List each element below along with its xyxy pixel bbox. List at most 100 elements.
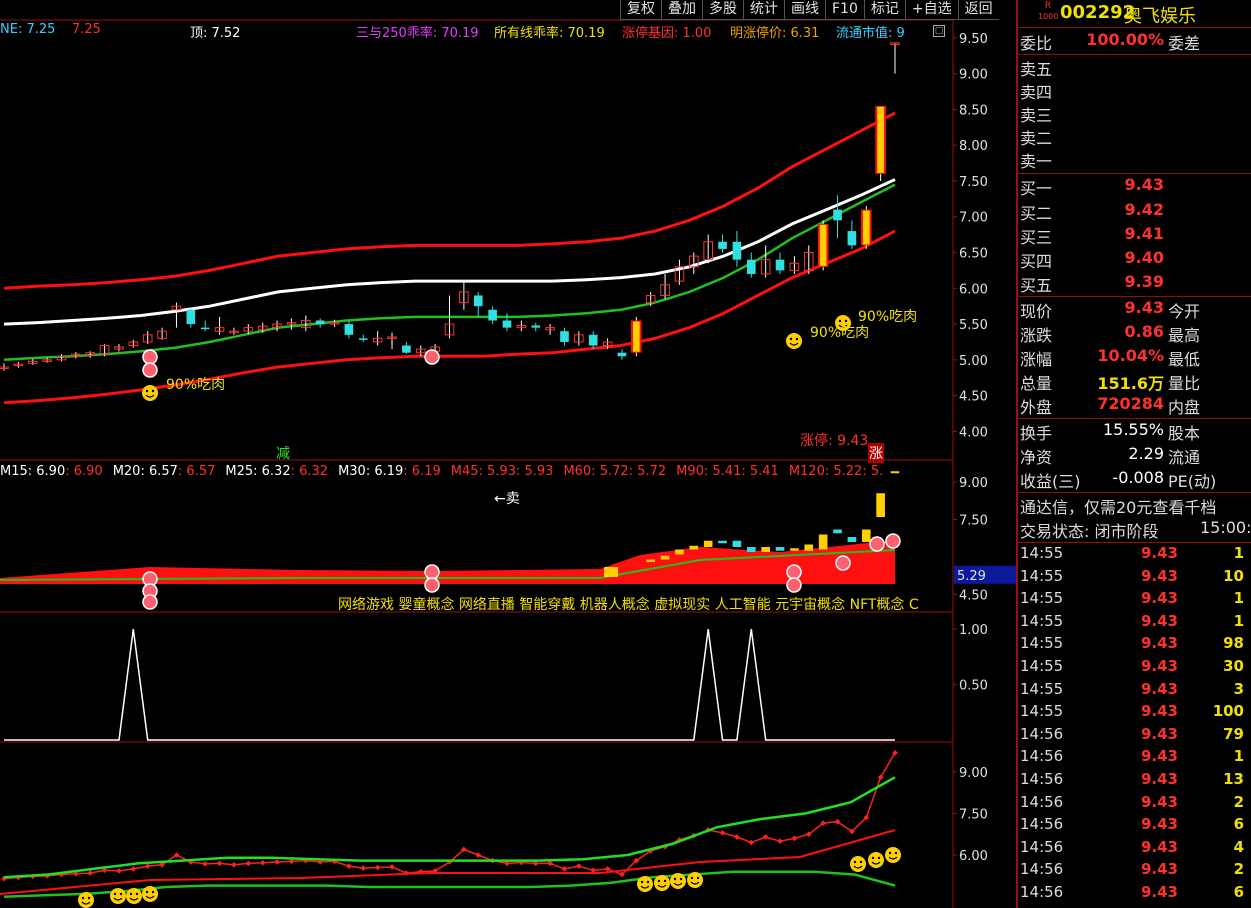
tick-row: 14:56 9.43 4: [1020, 838, 1250, 860]
candle-body: [315, 320, 325, 325]
stat-high-label: 最高: [1168, 326, 1201, 345]
smiley-icon-eye: [663, 879, 667, 883]
buy4-label: 买四: [1020, 252, 1053, 271]
ma60-label: M60: 5.72: [563, 464, 629, 479]
sell-ball-icon: [885, 533, 901, 549]
tick-price: 9.43: [1140, 860, 1178, 879]
sell-ball-icon: [786, 564, 802, 580]
y-tick-label: 8.00: [959, 139, 988, 154]
y-tick-label: 9.50: [959, 32, 988, 47]
header-next-limit: 明涨停价: 6.31: [730, 26, 820, 41]
mini-candle: [689, 545, 699, 550]
stat-pct-value: 10.04%: [1097, 346, 1164, 365]
tick-time: 14:55: [1020, 611, 1064, 630]
buy2-row: 买二 9.42: [1020, 200, 1164, 223]
stat-change-row: 涨跌 0.86 最高: [1020, 322, 1200, 345]
menu-biaoji-button[interactable]: 标记: [863, 0, 905, 20]
buy4-row: 买四 9.40: [1020, 248, 1164, 271]
tick-time: 14:56: [1020, 792, 1064, 811]
tick-volume: 30: [1223, 657, 1244, 675]
limit-up-label: 涨停: 9.43: [800, 433, 869, 449]
sell-ball-icon: [835, 555, 851, 571]
stat-low-label: 最低: [1168, 350, 1201, 369]
panel-toggle-icon[interactable]: ▢: [933, 25, 945, 37]
mini-candle: [818, 534, 828, 550]
ma25-label: M25: 6.32: [225, 464, 291, 479]
tick-time: 14:56: [1020, 860, 1064, 879]
smiley-icon-eye: [679, 877, 683, 881]
price-point: [734, 834, 740, 840]
ma45-value: : 5.93: [515, 464, 554, 479]
menu-tongji-button[interactable]: 统计: [743, 0, 784, 20]
y-tick-label: 7.50: [959, 807, 988, 822]
price-point: [360, 865, 367, 871]
chart-svg[interactable]: 9.50 9.00 8.50 8.00 7.50 7.00 6.50 6.00 5.50 5.00…: [0, 0, 1016, 908]
stat-netasset-value: 2.29: [1128, 444, 1164, 463]
tick-time: 14:56: [1020, 883, 1064, 901]
chart-area[interactable]: 9.50 9.00 8.50 8.00 7.50 7.00 6.50 6.00 5.50 5.00…: [0, 0, 1016, 908]
tick-price: 9.43: [1140, 566, 1178, 585]
price-point: [719, 829, 726, 836]
tick-time: 14:56: [1020, 837, 1064, 856]
smiley-icon-eye: [640, 880, 644, 884]
weicha-label: 委差: [1168, 34, 1201, 53]
stat-outer-value: 720284: [1097, 394, 1164, 413]
candle-body: [588, 334, 598, 346]
price-point: [604, 866, 611, 872]
stat-eps-row: 收益(三) -0.008 PE(动): [1020, 468, 1216, 491]
mini-candle: [804, 544, 814, 551]
price-point: [259, 859, 266, 866]
menu-duogu-button[interactable]: 多股: [702, 0, 743, 20]
tick-volume: 6: [1233, 883, 1244, 901]
stat-volume-value: 151.6万: [1097, 374, 1164, 393]
tick-volume: 3: [1233, 679, 1244, 698]
stat-eps-label: 收益(三): [1020, 472, 1081, 491]
weibi-row: 委比 100.00% 委差: [1020, 30, 1200, 53]
candle-body: [617, 352, 627, 357]
price-point: [748, 839, 755, 846]
stat-volume-row: 总量 151.6万 量比: [1020, 370, 1200, 393]
y-tick-label: 0.50: [959, 679, 988, 694]
reduce-label: 减: [276, 446, 290, 462]
smiley-icon-eye: [113, 892, 117, 896]
menu-f10-button[interactable]: F10: [825, 0, 864, 20]
smiley-icon-eye: [859, 860, 863, 864]
tick-row: 14:56 9.43 6: [1020, 883, 1250, 905]
y-tick-label: 5.29: [957, 569, 986, 584]
notice-row[interactable]: 通达信，仅需20元查看千档: [1020, 494, 1251, 517]
menu-fuquan-button[interactable]: 复权: [620, 0, 661, 20]
stat-pct-row: 涨幅 10.04% 最低: [1020, 346, 1200, 369]
smiley-icon-eye: [145, 890, 149, 894]
badge-1000: 1000: [1038, 12, 1059, 21]
smiley-icon: [687, 872, 703, 888]
candle-body: [344, 324, 354, 335]
y-tick-label: 6.00: [959, 849, 988, 864]
candle-body: [531, 325, 541, 328]
notice-text[interactable]: 通达信，仅需20元查看千档: [1020, 498, 1216, 517]
buy2-label: 买二: [1020, 204, 1053, 223]
stat-volume-label: 总量: [1020, 374, 1053, 393]
weibi-value: 100.00%: [1086, 30, 1164, 49]
price-point: [777, 838, 783, 844]
ma20-label: M20: 6.57: [112, 464, 178, 479]
buy5-label: 买五: [1020, 276, 1053, 295]
price-point: [274, 859, 280, 865]
price-point: [762, 834, 769, 840]
menu-zixuan-button[interactable]: +自选: [904, 0, 958, 20]
menu-fanhui-button[interactable]: 返回: [957, 0, 999, 20]
buy3-row: 买三 9.41: [1020, 224, 1164, 247]
eat-meat-label-1: 90%吃肉: [166, 377, 226, 393]
header-ne-value: 7.25: [72, 22, 101, 37]
stat-outer-row: 外盘 720284 内盘: [1020, 394, 1200, 417]
tick-price: 9.43: [1140, 815, 1178, 834]
smiley-icon-eye: [853, 860, 857, 864]
menu-diejia-button[interactable]: 叠加: [661, 0, 702, 20]
menu-huaxian-button[interactable]: 画线: [784, 0, 825, 20]
smiley-icon-eye: [795, 337, 799, 341]
y-tick-label: 5.00: [959, 354, 988, 369]
smiley-icon: [654, 875, 670, 891]
buy2-price: 9.42: [1124, 200, 1164, 219]
smiley-icon: [868, 852, 884, 868]
eat-meat-label-3: 90%吃肉: [858, 309, 918, 325]
stat-capital-label: 股本: [1168, 424, 1201, 443]
